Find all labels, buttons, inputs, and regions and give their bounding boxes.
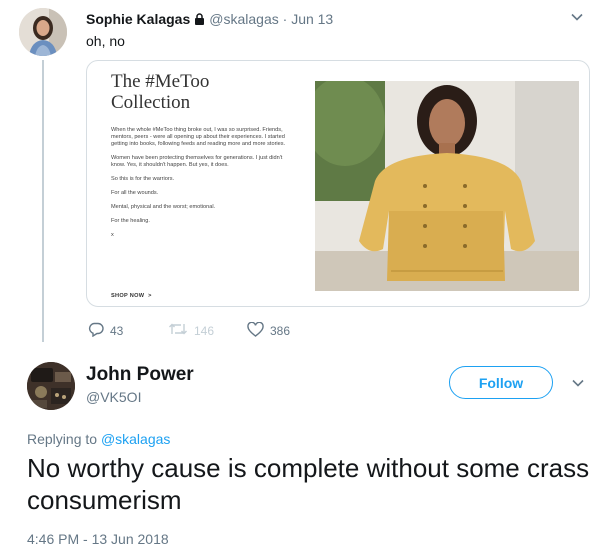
card-paragraph: Women have been protecting themselves fo…	[111, 155, 283, 168]
avatar[interactable]	[19, 8, 67, 56]
card-title-line: The #MeToo	[111, 71, 210, 92]
author-handle[interactable]: @VK5OI	[86, 389, 141, 405]
card-paragraph: x	[111, 232, 114, 238]
card-paragraph: So this is for the warriors.	[111, 176, 175, 182]
replying-prefix: Replying to	[27, 431, 98, 447]
shop-now-arrow: >	[148, 293, 152, 299]
chevron-down-icon[interactable]	[570, 10, 584, 27]
card-paragraph: Mental, physical and the worst; emotiona…	[111, 204, 216, 210]
like-count: 386	[270, 324, 291, 338]
like-action[interactable]: 386	[247, 321, 291, 340]
retweet-count: 146	[194, 323, 215, 338]
tweet-header: Sophie Kalagas @skalagas · Jun 13	[86, 11, 333, 28]
media-card[interactable]: The #MeToo Collection When the whole #Me…	[86, 60, 590, 307]
author-handle[interactable]: @skalagas	[209, 11, 278, 27]
lock-icon	[194, 12, 205, 28]
replying-to: Replying to @skalagas	[27, 431, 170, 447]
card-title-line: Collection	[111, 92, 191, 113]
shop-now-label: SHOP NOW	[111, 293, 145, 299]
replying-to-link[interactable]: @skalagas	[101, 431, 170, 447]
shop-now-link[interactable]: SHOP NOW >	[111, 293, 152, 299]
tweet-timestamp[interactable]: 4:46 PM - 13 Jun 2018	[27, 531, 169, 547]
card-paragraph: For the healing.	[111, 218, 150, 224]
chevron-down-icon[interactable]	[571, 376, 585, 393]
retweet-icon	[168, 322, 188, 339]
card-paragraph: For all the wounds.	[111, 190, 159, 196]
thread-line	[42, 60, 44, 342]
tweet-date[interactable]: Jun 13	[291, 11, 333, 27]
follow-button[interactable]: Follow	[449, 366, 553, 399]
tweet-text: No worthy cause is complete without some…	[27, 453, 590, 515]
author-name[interactable]: Sophie Kalagas	[86, 11, 190, 27]
card-paragraph: When the whole #MeToo thing broke out, I…	[111, 127, 286, 147]
reply-count: 43	[110, 324, 124, 338]
product-photo	[315, 81, 579, 291]
heart-icon	[247, 321, 264, 340]
avatar[interactable]	[27, 362, 75, 410]
card-title: The #MeToo Collection	[111, 71, 311, 113]
separator: ·	[282, 11, 288, 27]
tweet-text: oh, no	[86, 33, 125, 49]
reply-icon	[88, 322, 104, 340]
card-body: When the whole #MeToo thing broke out, I…	[111, 127, 289, 246]
retweet-action[interactable]: 146	[168, 322, 214, 339]
reply-action[interactable]: 43	[88, 322, 123, 340]
author-name[interactable]: John Power	[86, 364, 194, 386]
